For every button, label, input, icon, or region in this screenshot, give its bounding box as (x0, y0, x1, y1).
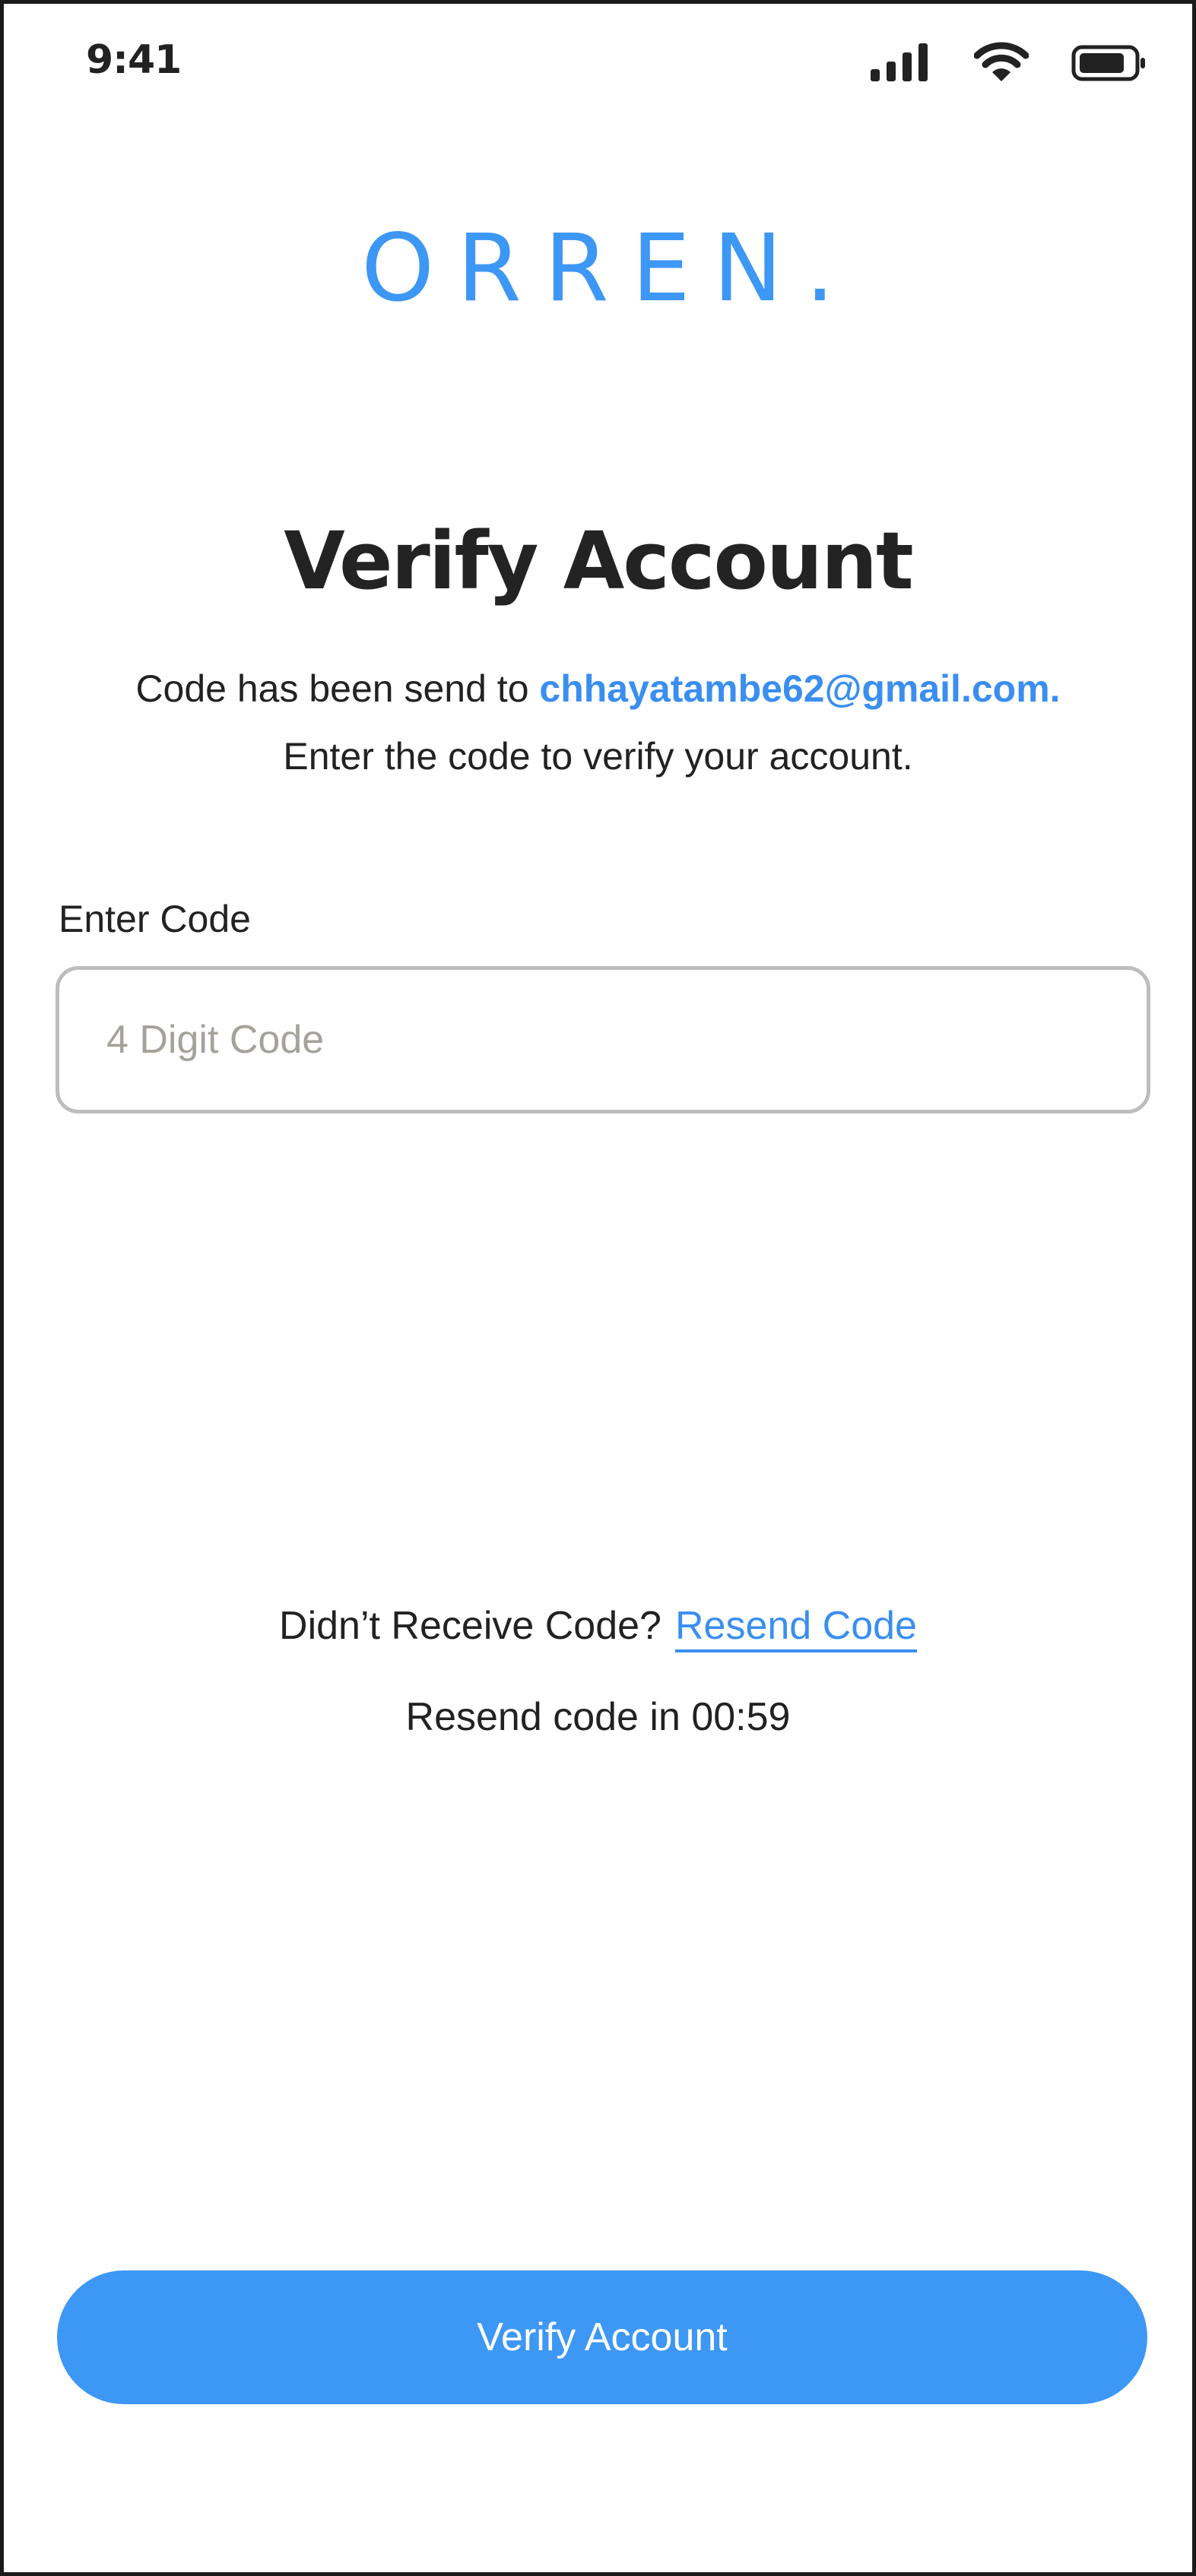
resend-code-link[interactable]: Resend Code (674, 1604, 917, 1652)
resend-timer: Resend code in 00:59 (405, 1695, 791, 1739)
brand-logo: ORREN. (361, 214, 858, 322)
phone-screen: 9:41 ORREN. Verify Account Code has been… (0, 0, 1196, 2576)
resend-row: Didn’t Receive Code? Resend Code (4, 1595, 1192, 1656)
code-input[interactable] (56, 966, 1150, 1114)
page-title: Verify Account (284, 515, 914, 607)
battery-icon (1071, 45, 1145, 81)
verify-account-button[interactable]: Verify Account (57, 2270, 1147, 2404)
status-bar: 9:41 (4, 4, 1192, 125)
description-prefix: Code has been send to (135, 667, 540, 710)
code-field-label: Enter Code (59, 898, 251, 940)
resend-prompt: Didn’t Receive Code? (279, 1604, 661, 1648)
description-line-2: Enter the code to verify your account. (283, 735, 913, 778)
signal-icon (871, 43, 928, 81)
status-time: 9:41 (86, 37, 182, 83)
wifi-icon (974, 42, 1029, 81)
description-line-1: Code has been send to chhayatambe62@gmai… (4, 662, 1192, 715)
email-address: chhayatambe62@gmail.com. (539, 667, 1061, 710)
